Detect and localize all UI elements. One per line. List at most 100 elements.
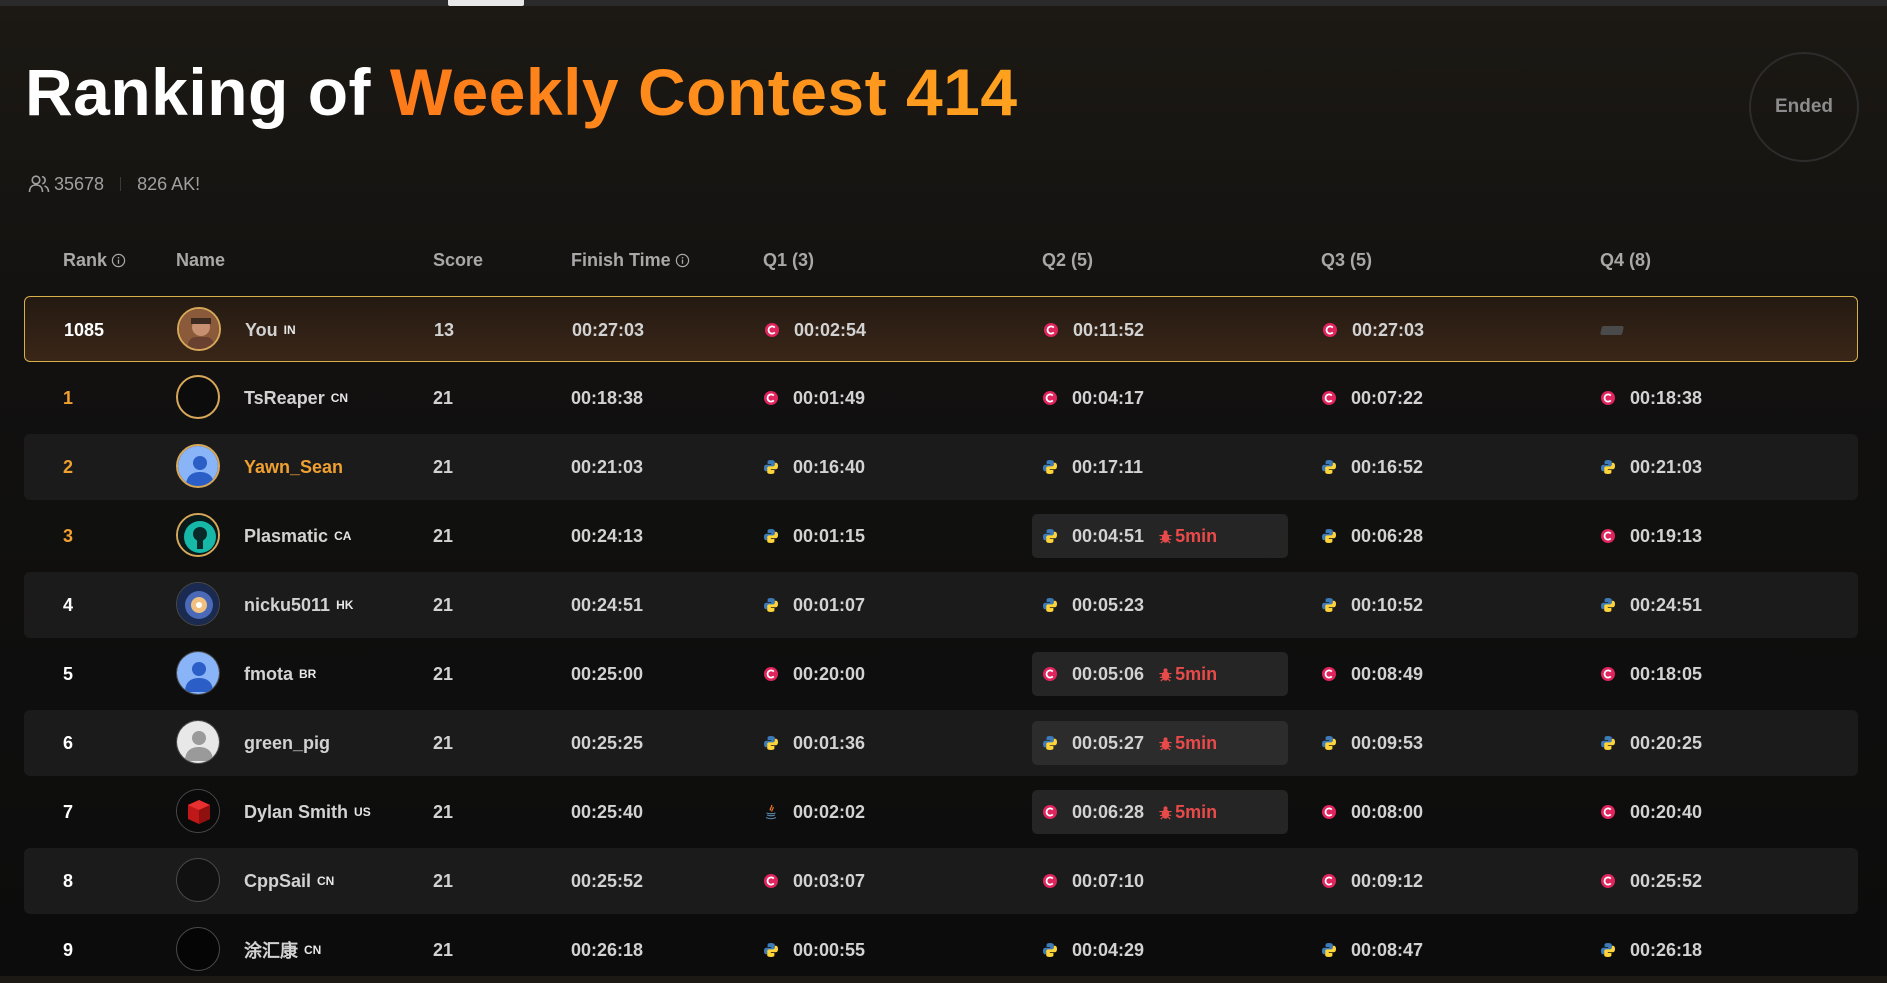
avatar[interactable] [176,444,220,488]
header-q1[interactable]: Q1 (3) [763,250,814,271]
finish-time: 00:18:38 [571,387,644,408]
q3-result[interactable]: 00:06:28 [1311,514,1423,558]
user-name-text: You [245,319,278,340]
q2-result[interactable]: 00:07:10 [1032,859,1144,903]
avatar[interactable] [176,927,220,971]
avatar[interactable] [176,582,220,626]
q3-result[interactable]: 00:10:52 [1311,583,1423,627]
active-tab-indicator[interactable] [448,0,524,6]
ak-count: 826 AK! [137,173,201,194]
q3-result[interactable]: 00:08:49 [1311,652,1423,696]
q3-result[interactable]: 00:16:52 [1311,445,1423,489]
q2-result[interactable]: 00:11:52 [1033,308,1144,352]
table-row[interactable]: 9 涂汇康 CN 21 00:26:18 00:00:55 00:04:29 00… [24,917,1858,983]
avatar[interactable] [176,789,220,833]
q4-result[interactable]: 00:20:25 [1590,721,1702,765]
q3-result[interactable]: 00:08:00 [1311,790,1423,834]
q3-result[interactable]: 00:09:12 [1311,859,1423,903]
q3-result[interactable]: 00:07:22 [1311,376,1423,420]
user-name[interactable]: Yawn_Sean [244,434,343,500]
q2-result[interactable]: 00:04:17 [1032,376,1144,420]
user-name[interactable]: CppSail CN [244,848,334,914]
user-name[interactable]: green_pig [244,710,330,776]
user-name-text: green_pig [244,732,331,753]
q4-result[interactable]: 00:21:03 [1590,445,1702,489]
contest-status-badge: Ended [1749,52,1859,162]
rank-value: 6 [63,732,74,753]
table-row[interactable]: 6 green_pig 21 00:25:25 00:01:36 00:05:2… [24,710,1858,776]
q4-result[interactable]: 00:25:52 [1590,859,1702,903]
finish-time: 00:27:03 [572,319,645,340]
table-row-you[interactable]: 1085 You IN 13 00:27:03 00:02:54 00:11:52… [24,296,1858,362]
user-name[interactable]: Dylan Smith US [244,779,371,845]
header-q2[interactable]: Q2 (5) [1042,250,1093,271]
cpp-icon [1043,667,1057,681]
python-icon [1322,598,1336,612]
q4-result[interactable]: 00:19:13 [1590,514,1702,558]
q3-result[interactable]: 00:09:53 [1311,721,1423,765]
q2-result[interactable]: 00:04:29 [1032,928,1144,972]
bug-icon [1159,529,1172,543]
contest-name[interactable]: Weekly Contest 414 [390,55,1018,129]
table-row[interactable]: 4 nicku5011 HK 21 00:24:51 00:01:07 00:05… [24,572,1858,638]
table-row[interactable]: 7 Dylan Smith US 21 00:25:40 00:02:02 00:… [24,779,1858,845]
q3-result[interactable]: 00:27:03 [1312,308,1424,352]
avatar[interactable] [176,513,220,557]
country-code: IN [283,323,296,337]
table-row[interactable]: 8 CppSail CN 21 00:25:52 00:03:07 00:07:1… [24,848,1858,914]
rank-value: 7 [63,801,74,822]
finish-time: 00:26:18 [571,939,644,960]
q1-result[interactable]: 00:00:55 [753,928,865,972]
header-q3[interactable]: Q3 (5) [1321,250,1372,271]
penalty-text: 5min [1175,525,1218,546]
python-icon [1601,736,1615,750]
q4-result[interactable]: 00:18:05 [1590,652,1702,696]
avatar[interactable] [176,720,220,764]
bug-icon [1159,736,1172,750]
table-row[interactable]: 5 fmota BR 21 00:25:00 00:20:00 00:05:06 5… [24,641,1858,707]
user-name[interactable]: TsReaper CN [244,365,348,431]
user-name[interactable]: fmota BR [244,641,316,707]
q4-result[interactable]: 00:26:18 [1590,928,1702,972]
avatar[interactable] [177,307,221,351]
q4-result[interactable]: 00:20:40 [1590,790,1702,834]
header-rank[interactable]: Rank [63,250,126,271]
q1-result[interactable]: 00:01:49 [753,376,865,420]
info-icon[interactable] [111,253,126,268]
user-name-text: nicku5011 [244,594,331,615]
q1-result[interactable]: 00:02:02 [753,790,865,834]
q1-result[interactable]: 00:01:15 [753,514,865,558]
user-name[interactable]: nicku5011 HK [244,572,353,638]
q1-result[interactable]: 00:01:36 [753,721,865,765]
q1-result[interactable]: 00:20:00 [753,652,865,696]
header-finish-time[interactable]: Finish Time [571,250,690,271]
q3-result[interactable]: 00:08:47 [1311,928,1423,972]
user-name[interactable]: Plasmatic CA [244,503,351,569]
table-row[interactable]: 1 TsReaper CN 21 00:18:38 00:01:49 00:04:… [24,365,1858,431]
q2-result[interactable]: 00:05:27 5min [1032,721,1288,765]
solve-time: 00:26:18 [1630,939,1703,960]
q4-result[interactable]: 00:24:51 [1590,583,1702,627]
avatar[interactable] [176,375,220,419]
user-name[interactable]: 涂汇康 CN [244,917,321,983]
finish-time: 00:25:00 [571,663,644,684]
avatar[interactable] [176,651,220,695]
info-icon[interactable] [675,253,690,268]
q1-result[interactable]: 00:02:54 [754,308,866,352]
header-q4[interactable]: Q4 (8) [1600,250,1651,271]
table-row[interactable]: 2 Yawn_Sean 21 00:21:03 00:16:40 00:17:1… [24,434,1858,500]
q1-result[interactable]: 00:16:40 [753,445,865,489]
q1-result[interactable]: 00:01:07 [753,583,865,627]
solve-time: 00:07:10 [1072,870,1145,891]
q4-result[interactable]: 00:18:38 [1590,376,1702,420]
q1-result[interactable]: 00:03:07 [753,859,865,903]
table-row[interactable]: 3 Plasmatic CA 21 00:24:13 00:01:15 00:04… [24,503,1858,569]
q2-result[interactable]: 00:04:51 5min [1032,514,1288,558]
solve-time: 00:16:52 [1351,456,1424,477]
q2-result[interactable]: 00:17:11 [1032,445,1143,489]
user-name[interactable]: You IN [245,297,296,363]
avatar[interactable] [176,858,220,902]
q2-result[interactable]: 00:05:23 [1032,583,1144,627]
q2-result[interactable]: 00:06:28 5min [1032,790,1288,834]
q2-result[interactable]: 00:05:06 5min [1032,652,1288,696]
